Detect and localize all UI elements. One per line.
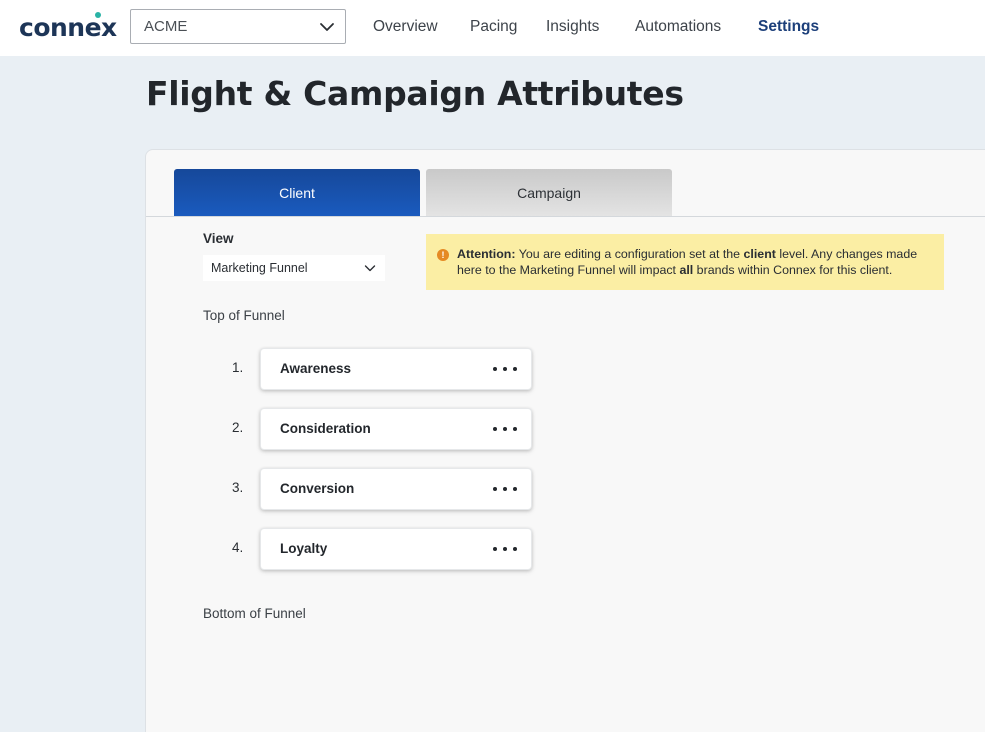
warning-icon: ! (437, 249, 449, 261)
client-selector-value: ACME (144, 18, 188, 35)
nav-automations[interactable]: Automations (635, 18, 721, 36)
funnel-stage: 2. Consideration (232, 408, 532, 451)
stage-number: 2. (232, 420, 244, 435)
chevron-down-icon (320, 23, 334, 31)
view-selector[interactable]: Marketing Funnel (203, 255, 385, 281)
tab-client[interactable]: Client (174, 169, 420, 217)
top-of-funnel-label: Top of Funnel (203, 308, 285, 323)
view-label: View (203, 231, 234, 246)
stage-label: Loyalty (280, 541, 328, 556)
logo-accent-dot (95, 12, 101, 18)
alert-prefix: Attention: (457, 247, 516, 261)
bottom-of-funnel-label: Bottom of Funnel (203, 606, 306, 621)
alert-text-1: You are editing a configuration set at t… (515, 247, 744, 261)
client-selector[interactable]: ACME (130, 9, 346, 44)
stage-card-consideration[interactable]: Consideration (260, 408, 532, 450)
tab-divider (146, 216, 985, 217)
alert-text-3: brands within Connex for this client. (693, 263, 893, 277)
alert-bold-client: client (743, 247, 776, 261)
stage-card-loyalty[interactable]: Loyalty (260, 528, 532, 570)
top-navigation-bar: connex ACME Overview Pacing Insights Aut… (0, 0, 985, 56)
stage-card-conversion[interactable]: Conversion (260, 468, 532, 510)
view-selector-value: Marketing Funnel (211, 261, 308, 275)
funnel-stage: 3. Conversion (232, 468, 532, 511)
stage-card-awareness[interactable]: Awareness (260, 348, 532, 390)
attention-alert: ! Attention: You are editing a configura… (426, 234, 944, 290)
funnel-stage: 4. Loyalty (232, 528, 532, 571)
more-options-icon[interactable] (493, 421, 517, 437)
connex-logo[interactable]: connex (19, 13, 117, 42)
nav-overview[interactable]: Overview (373, 18, 438, 36)
stage-number: 1. (232, 360, 244, 375)
more-options-icon[interactable] (493, 481, 517, 497)
stage-number: 3. (232, 480, 244, 495)
stage-number: 4. (232, 540, 244, 555)
funnel-stage: 1. Awareness (232, 348, 532, 391)
chevron-down-icon (364, 265, 376, 272)
stage-label: Awareness (280, 361, 352, 376)
nav-insights[interactable]: Insights (546, 18, 599, 36)
attributes-card: Client Campaign View Marketing Funnel ! … (145, 149, 985, 732)
tab-campaign[interactable]: Campaign (426, 169, 672, 217)
stage-label: Conversion (280, 481, 355, 496)
more-options-icon[interactable] (493, 361, 517, 377)
nav-pacing[interactable]: Pacing (470, 18, 517, 36)
nav-settings[interactable]: Settings (758, 18, 819, 36)
page-title: Flight & Campaign Attributes (146, 74, 684, 113)
alert-bold-all: all (679, 263, 694, 277)
stage-label: Consideration (280, 421, 371, 436)
more-options-icon[interactable] (493, 541, 517, 557)
